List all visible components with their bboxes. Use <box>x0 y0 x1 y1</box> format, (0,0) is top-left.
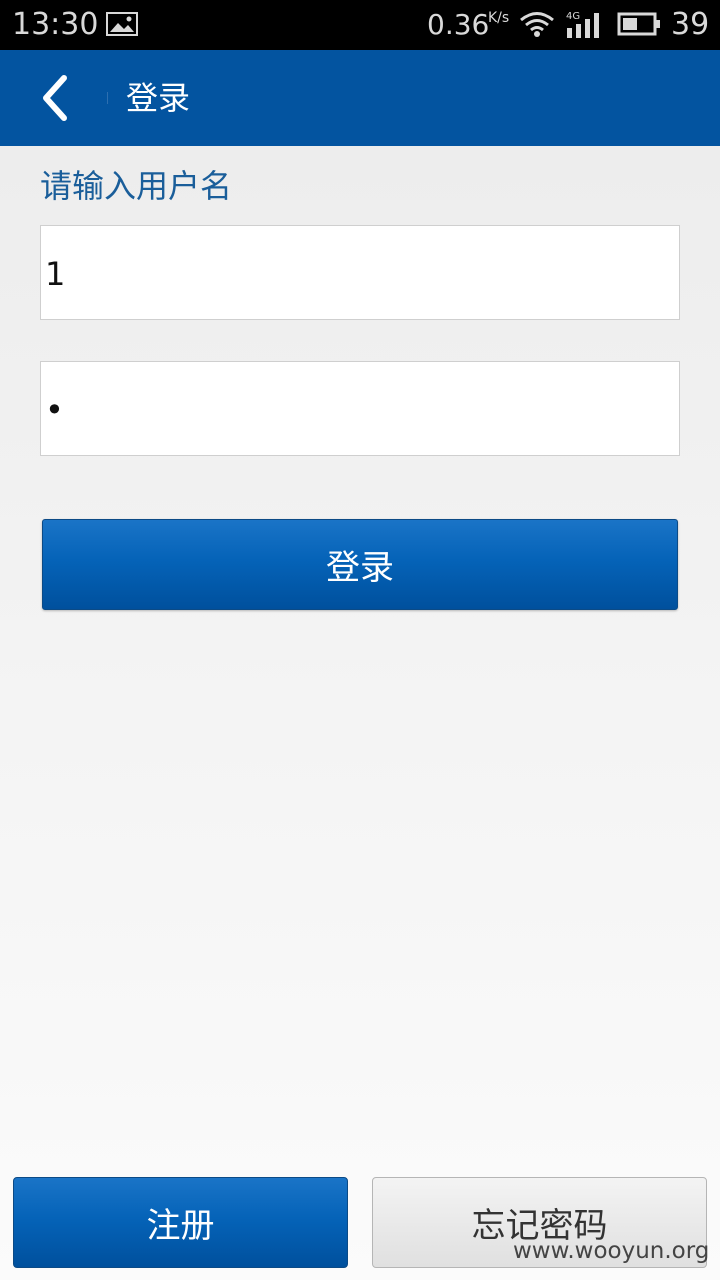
status-time: 13:30 <box>12 7 99 42</box>
header-divider <box>107 92 108 104</box>
signal-icon: 4G <box>566 11 599 38</box>
login-button[interactable]: 登录 <box>42 519 678 610</box>
status-bar: 13:30 0.36 K/s 4G 39 <box>0 0 720 50</box>
image-icon <box>106 12 138 36</box>
username-label: 请输入用户名 <box>40 167 233 205</box>
chevron-left-icon[interactable] <box>30 72 82 124</box>
password-value: • <box>45 391 64 429</box>
network-type: 4G <box>566 11 580 22</box>
app-header: 登录 <box>0 50 720 146</box>
battery-level: 39 <box>671 7 710 42</box>
network-speed-unit: K/s <box>488 10 510 26</box>
register-button[interactable]: 注册 <box>13 1177 348 1268</box>
watermark: www.wooyun.org <box>513 1238 710 1264</box>
page-title: 登录 <box>126 79 191 117</box>
password-input[interactable]: • <box>40 361 680 456</box>
network-speed: 0.36 <box>427 8 490 41</box>
wifi-icon <box>520 12 554 37</box>
battery-icon <box>617 12 660 36</box>
username-value: 1 <box>45 255 66 293</box>
username-input[interactable]: 1 <box>40 225 680 320</box>
